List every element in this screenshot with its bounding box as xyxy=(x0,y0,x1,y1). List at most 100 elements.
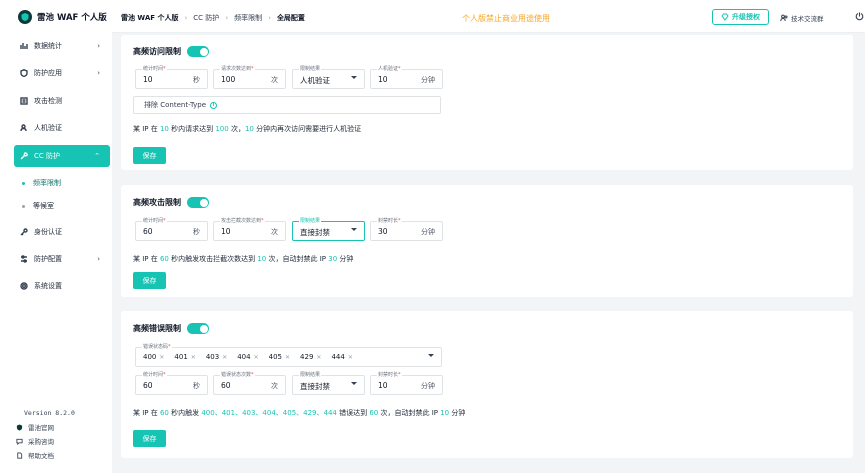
footer-link-docs[interactable]: 帮助文档 xyxy=(16,450,54,460)
bullet-dot xyxy=(22,181,25,185)
breadcrumb-item[interactable]: 频率限制 xyxy=(234,13,262,23)
exclude-content-type-field[interactable]: 排除 Content-Type i xyxy=(133,96,441,114)
error-status-codes-select[interactable]: 错误状态码* 400 ✕ 401 ✕ 403 ✕ 404 ✕ 405 ✕ 429 ✕ 444… xyxy=(135,344,442,367)
card-error-limit: 高频错误限制 错误状态码* 400 ✕ 401 ✕ 403 ✕ 404 ✕ 405 ✕ 4… xyxy=(121,311,853,458)
status-code-tag[interactable]: 400 ✕ xyxy=(143,353,164,361)
status-code-tag[interactable]: 401 ✕ xyxy=(174,353,195,361)
field-label: 统计时间* xyxy=(142,218,167,225)
breadcrumb-item[interactable]: 雷池 WAF 个人版 xyxy=(121,13,178,23)
shield-logo-icon xyxy=(16,423,23,431)
sidebar-item-stats[interactable]: 数据统计 › xyxy=(14,35,110,57)
access-limit-toggle[interactable] xyxy=(187,46,209,57)
error-limit-toggle[interactable] xyxy=(187,323,209,334)
info-icon[interactable]: i xyxy=(210,101,218,109)
field-value: 100 xyxy=(221,75,236,84)
sidebar-subitem-label: 频率限制 xyxy=(33,179,61,187)
captcha-duration-input[interactable]: 人机验证* 10 分钟 xyxy=(370,66,443,89)
attack-count-input[interactable]: 攻击拦截次数达到* 10 次 xyxy=(213,218,286,241)
save-button[interactable]: 保存 xyxy=(133,430,166,447)
field-unit: 秒 xyxy=(193,76,200,84)
close-icon[interactable]: ✕ xyxy=(316,354,321,361)
card-title: 高频错误限制 xyxy=(133,323,209,334)
save-button[interactable]: 保存 xyxy=(133,147,166,164)
close-icon[interactable]: ✕ xyxy=(191,354,196,361)
sidebar-item-auth[interactable]: 身份认证 xyxy=(14,221,110,243)
sidebar-subitem-waiting-room[interactable]: 等候室 xyxy=(22,201,54,211)
bar-chart-icon xyxy=(20,43,28,49)
field-unit: 次 xyxy=(271,76,278,84)
close-icon[interactable]: ✕ xyxy=(254,354,259,361)
sliders-icon xyxy=(21,255,27,263)
user-check-icon xyxy=(20,124,27,132)
attack-limit-toggle[interactable] xyxy=(187,197,209,208)
field-label: 人机验证* xyxy=(377,66,402,73)
key-icon xyxy=(20,228,28,236)
chevron-up-icon: ⌃ xyxy=(94,152,100,160)
field-value: 直接封禁 xyxy=(300,382,330,391)
card-title-text: 高频访问限制 xyxy=(133,47,181,56)
card-title: 高频攻击限制 xyxy=(133,197,209,208)
sidebar-item-settings[interactable]: 系统设置 xyxy=(14,275,110,297)
sidebar-item-protection-config[interactable]: 防护配置 › xyxy=(14,248,110,270)
field-unit: 次 xyxy=(271,382,278,390)
card-attack-limit: 高频攻击限制 统计时间* 60 秒 攻击拦截次数达到* 10 次 限制结果 直接… xyxy=(121,185,853,297)
logout-icon[interactable] xyxy=(855,12,864,21)
breadcrumb-separator: › xyxy=(268,14,271,22)
field-label: 攻击拦截次数达到* xyxy=(220,218,265,225)
close-icon[interactable]: ✕ xyxy=(285,354,290,361)
breadcrumb-separator: › xyxy=(184,14,188,22)
field-label: 统计时间* xyxy=(142,66,167,73)
field-label: 限制结果 xyxy=(299,66,322,73)
breadcrumb-current: 全局配置 xyxy=(276,14,305,22)
sidebar-item-apps[interactable]: 防护应用 › xyxy=(14,62,110,84)
exclude-label: 排除 Content-Type xyxy=(144,101,207,109)
stat-time-input[interactable]: 统计时间* 60 秒 xyxy=(135,372,208,395)
sidebar-item-captcha[interactable]: 人机验证 xyxy=(14,117,110,139)
bullet-dot xyxy=(22,204,25,208)
request-count-input[interactable]: 请求次数达到* 100 次 xyxy=(213,66,286,89)
stat-time-input[interactable]: 统计时间* 10 秒 xyxy=(135,66,208,89)
chat-icon xyxy=(16,438,23,445)
status-code-tag[interactable]: 404 ✕ xyxy=(237,353,258,361)
diamond-icon xyxy=(721,13,729,21)
status-code-tag[interactable]: 405 ✕ xyxy=(269,353,290,361)
attack-rule-description: 某 IP 在 60 秒内触发攻击拦截次数达到 10 次，自动封禁此 IP 30 … xyxy=(133,255,354,263)
field-label: 请求次数达到* xyxy=(220,66,255,73)
sidebar: 雷池 WAF 个人版 数据统计 › 防护应用 › 攻击检测 人机验证 CC 防护… xyxy=(0,0,112,473)
limit-result-select[interactable]: 限制结果 直接封禁 xyxy=(292,218,365,241)
footer-link-website[interactable]: 雷池官网 xyxy=(16,422,54,432)
field-unit: 秒 xyxy=(193,228,200,236)
limit-result-select[interactable]: 限制结果 直接封禁 xyxy=(292,372,365,395)
save-button[interactable]: 保存 xyxy=(133,272,166,289)
upgrade-button[interactable]: 升级授权 xyxy=(712,9,769,25)
field-value: 60 xyxy=(143,381,153,390)
limit-result-select[interactable]: 限制结果 人机验证 xyxy=(292,66,365,89)
status-code-tag[interactable]: 444 ✕ xyxy=(331,353,352,361)
breadcrumb-item[interactable]: CC 防护 xyxy=(193,13,219,23)
license-notice: 个人版禁止商业用途使用 xyxy=(462,14,550,23)
sidebar-item-label: 人机验证 xyxy=(34,124,62,132)
sidebar-item-label: 攻击检测 xyxy=(34,97,62,105)
field-unit: 分钟 xyxy=(421,76,435,84)
stat-time-input[interactable]: 统计时间* 60 秒 xyxy=(135,218,208,241)
sidebar-item-attacks[interactable]: 攻击检测 xyxy=(14,90,110,112)
sidebar-item-label: 身份认证 xyxy=(34,228,62,236)
close-icon[interactable]: ✕ xyxy=(222,354,227,361)
footer-link-sales[interactable]: 采购咨询 xyxy=(16,436,54,446)
error-count-input[interactable]: 错误状态次数* 60 次 xyxy=(213,372,286,395)
sidebar-item-label: 系统设置 xyxy=(34,282,62,290)
close-icon[interactable]: ✕ xyxy=(348,354,353,361)
chevron-right-icon: › xyxy=(97,255,100,263)
field-label: 限制结果 xyxy=(299,218,322,225)
sidebar-subitem-rate-limit[interactable]: 频率限制 xyxy=(22,178,61,188)
sidebar-item-cc[interactable]: CC 防护 ⌃ xyxy=(14,145,110,167)
brand[interactable]: 雷池 WAF 个人版 xyxy=(18,10,107,24)
ban-duration-input[interactable]: 封禁时长* 30 分钟 xyxy=(370,218,443,241)
ban-duration-input[interactable]: 封禁时长* 10 分钟 xyxy=(370,372,443,395)
status-code-tag[interactable]: 403 ✕ xyxy=(206,353,227,361)
version-label: Version 8.2.0 xyxy=(24,409,75,417)
tech-group-link[interactable]: 技术交流群 xyxy=(780,13,824,23)
sidebar-item-label: 防护配置 xyxy=(34,255,62,263)
status-code-tag[interactable]: 429 ✕ xyxy=(300,353,321,361)
close-icon[interactable]: ✕ xyxy=(159,354,164,361)
